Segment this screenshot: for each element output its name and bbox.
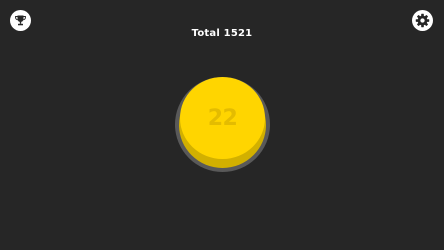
tap-button-face: 22: [180, 77, 265, 159]
trophy-icon: [15, 15, 26, 26]
gear-icon: [415, 13, 430, 28]
tap-count: 22: [207, 105, 238, 131]
tap-button[interactable]: 22: [175, 77, 270, 172]
total-counter: Total 1521: [191, 28, 253, 39]
